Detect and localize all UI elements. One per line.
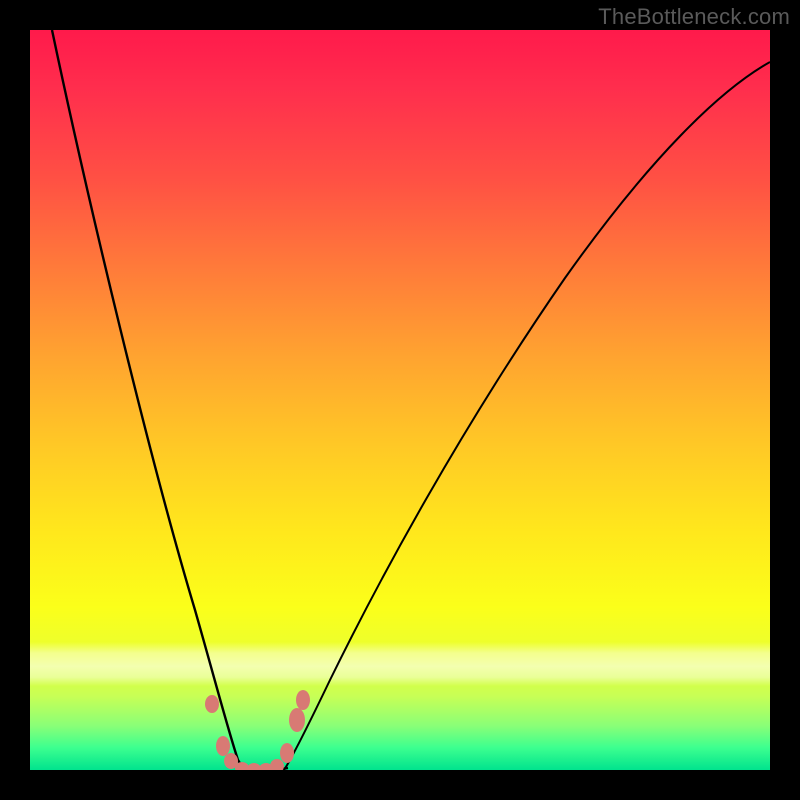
curve-layer [30, 30, 770, 770]
marker-dot [205, 695, 219, 713]
marker-dot [280, 743, 294, 763]
marker-dot [289, 708, 305, 732]
chart-frame: TheBottleneck.com [0, 0, 800, 800]
marker-dot [296, 690, 310, 710]
marker-dot [270, 759, 284, 770]
bottleneck-curve-left [52, 30, 244, 770]
bottleneck-curve-right [284, 62, 770, 770]
plot-area [30, 30, 770, 770]
marker-dot [247, 763, 261, 770]
watermark-text: TheBottleneck.com [598, 4, 790, 30]
marker-dot [216, 736, 230, 756]
